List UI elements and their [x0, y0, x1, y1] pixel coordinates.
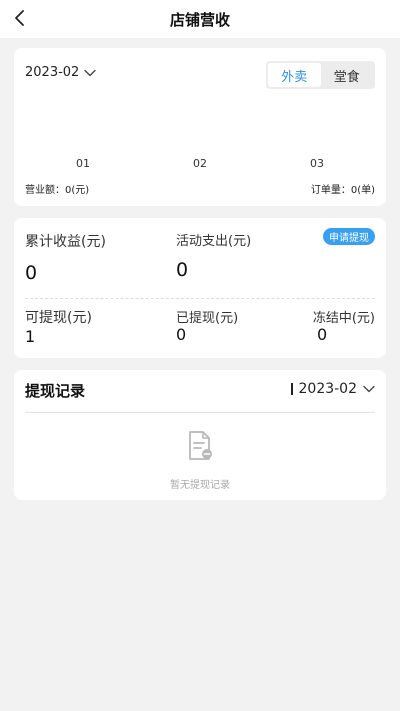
frozen-value: 0: [317, 325, 328, 344]
withdrawable-value: 1: [25, 327, 36, 346]
page-title: 店铺营收: [169, 11, 230, 29]
total-earnings-label: 累计收益(元): [25, 234, 106, 250]
revenue-total: 营业额：0(元): [25, 185, 90, 196]
empty-state-text: 暂无提现记录: [170, 480, 230, 491]
records-title: 提现记录: [25, 382, 86, 400]
month-picker-value: 2023-02: [25, 65, 80, 80]
activity-expense-value: 0: [176, 259, 189, 281]
frozen-label: 冻结中(元): [312, 311, 375, 326]
total-earnings-value: 0: [25, 262, 38, 284]
tab-takeaway[interactable]: 外卖: [268, 63, 321, 87]
withdrawn-value: 0: [176, 325, 187, 344]
chevron-down-icon: [84, 69, 97, 76]
chevron-down-icon: [363, 385, 375, 393]
records-divider: [25, 412, 375, 413]
order-count: 订单量：0(单): [310, 185, 375, 196]
records-month-value: 2023-02: [298, 381, 358, 397]
revenue-chart-card: 2023-02 外卖 堂食 01 02 03 营业额：0(元) 订单量：0(单): [14, 48, 386, 206]
filter-bar: [290, 383, 293, 395]
apply-withdraw-button[interactable]: 申请提现: [323, 228, 375, 245]
withdrawable-label: 可提现(元): [25, 310, 92, 326]
order-type-switch: 外卖 堂食: [266, 61, 375, 89]
x-axis-tick: 03: [310, 157, 324, 170]
earnings-card: 累计收益(元) 0 活动支出(元) 0 申请提现 可提现(元) 1 已提现(元)…: [14, 218, 386, 358]
nav-bar: 店铺营收: [0, 0, 400, 38]
records-month-filter[interactable]: 2023-02: [290, 381, 376, 397]
withdrawn-label: 已提现(元): [176, 311, 239, 326]
month-picker[interactable]: 2023-02: [25, 65, 97, 80]
document-icon: [189, 431, 212, 460]
x-axis-tick: 01: [76, 157, 90, 170]
x-axis-tick: 02: [193, 157, 207, 170]
divider: [25, 298, 375, 299]
activity-expense-label: 活动支出(元): [176, 234, 252, 249]
tab-dine-in[interactable]: 堂食: [321, 63, 374, 87]
withdraw-records-card: 提现记录 2023-02 暂无提现记录: [14, 370, 386, 500]
